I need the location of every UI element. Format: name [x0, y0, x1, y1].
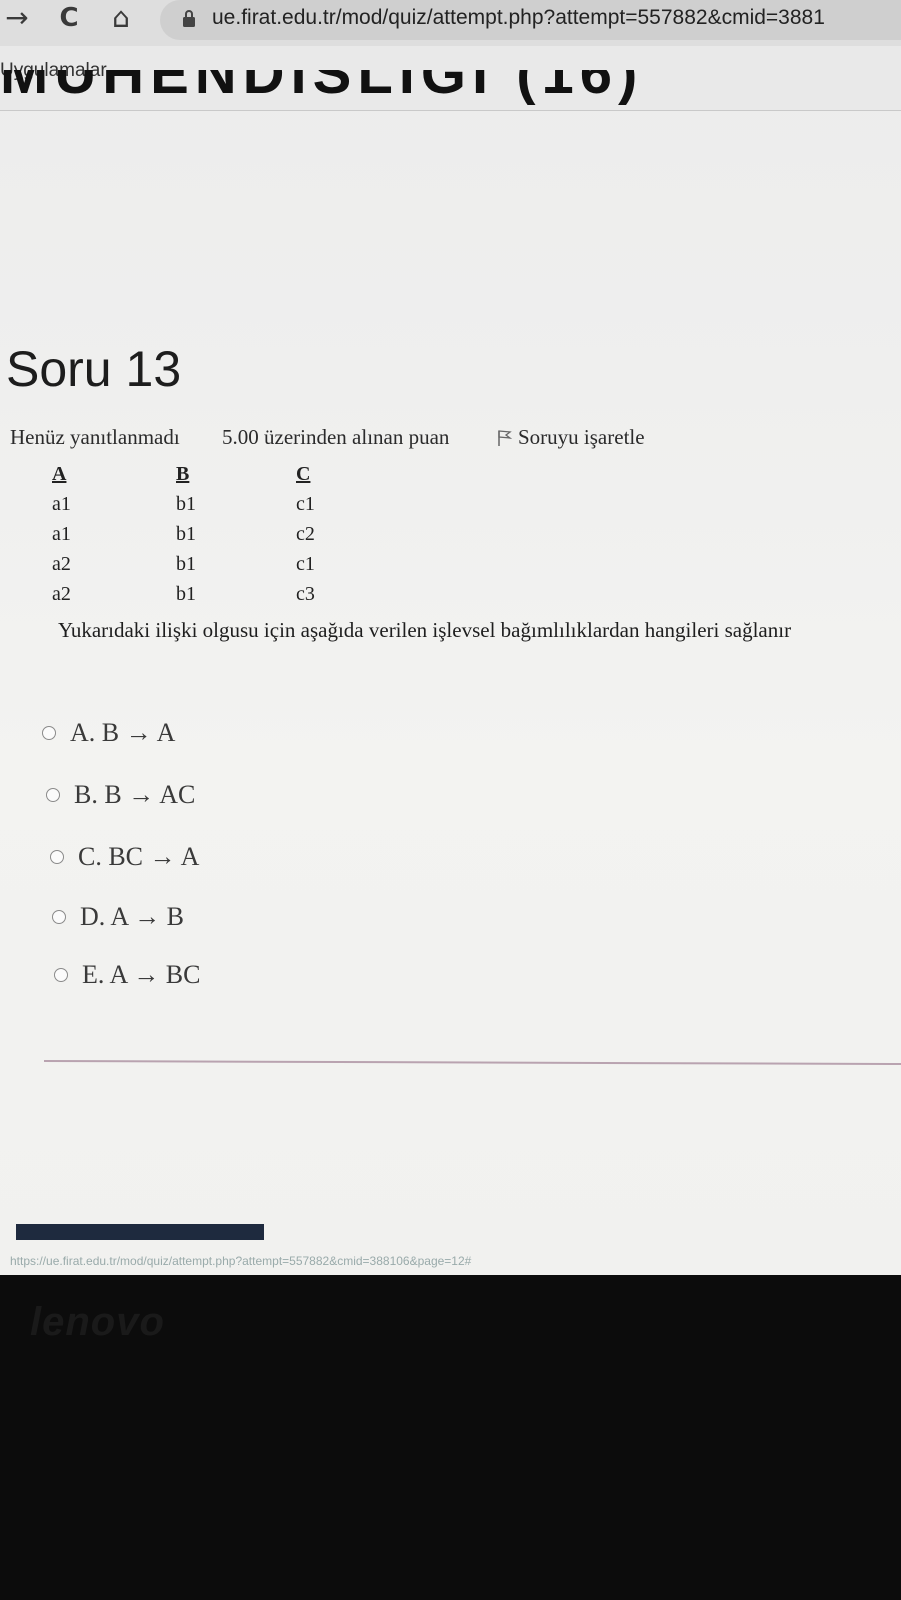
table-cell: c2: [296, 523, 315, 545]
question-text: Yukarıdaki ilişki olgusu için aşağıda ve…: [58, 618, 792, 642]
table-cell: c1: [296, 493, 315, 515]
question-points: 5.00 üzerinden alınan puan: [222, 425, 450, 449]
timer-bar: [16, 1224, 264, 1240]
answer-option-d[interactable]: D. A → B: [52, 900, 184, 934]
header-c: C: [296, 463, 311, 485]
table-cell: b1: [176, 583, 196, 605]
table-cell: a1: [52, 493, 71, 515]
radio-button[interactable]: [46, 788, 60, 802]
answer-option-e[interactable]: E. A → BC: [54, 958, 200, 992]
option-label: E. A → BC: [82, 960, 201, 989]
table-cell: c1: [296, 553, 315, 575]
browser-toolbar: → C ⌂ ue.firat.edu.tr/mod/quiz/attempt.p…: [0, 0, 901, 46]
table-cell: a1: [52, 523, 71, 545]
course-title: MÜHENDİSLİĞİ (16): [0, 70, 901, 110]
table-cell: c3: [296, 583, 315, 605]
device-logo: lenovo: [30, 1300, 165, 1344]
answer-option-a[interactable]: A. B → A: [42, 716, 175, 750]
course-title-text: MÜHENDİSLİĞİ (16): [0, 70, 644, 106]
header-a: A: [52, 463, 67, 485]
address-bar[interactable]: ue.firat.edu.tr/mod/quiz/attempt.php?att…: [160, 0, 901, 40]
option-label: B. B → AC: [74, 780, 196, 809]
status-bar-url: https://ue.firat.edu.tr/mod/quiz/attempt…: [10, 1254, 472, 1268]
flag-question-link[interactable]: Soruyu işaretle: [518, 425, 645, 450]
home-icon[interactable]: ⌂: [106, 2, 136, 34]
answer-option-c[interactable]: C. BC → A: [50, 840, 199, 874]
browser-screen: → C ⌂ ue.firat.edu.tr/mod/quiz/attempt.p…: [0, 0, 901, 1275]
flag-icon[interactable]: [496, 429, 512, 447]
table-cell: b1: [176, 553, 196, 575]
radio-button[interactable]: [54, 968, 68, 982]
option-label: C. BC → A: [78, 842, 200, 871]
lock-icon: [183, 10, 195, 27]
url-text: ue.firat.edu.tr/mod/quiz/attempt.php?att…: [212, 6, 825, 29]
table-cell: a2: [52, 553, 71, 575]
question-status: Henüz yanıtlanmadı: [10, 425, 180, 449]
reload-icon[interactable]: C: [54, 2, 84, 34]
radio-button[interactable]: [52, 910, 66, 924]
table-cell: b1: [176, 493, 196, 515]
option-label: D. A → B: [80, 902, 185, 931]
radio-button[interactable]: [42, 726, 56, 740]
option-label: A. B → A: [70, 718, 176, 747]
radio-button[interactable]: [50, 850, 64, 864]
answer-option-b[interactable]: B. B → AC: [46, 778, 195, 812]
table-cell: b1: [176, 523, 196, 545]
forward-icon[interactable]: →: [2, 2, 32, 34]
header-b: B: [176, 463, 190, 485]
question-divider: [43, 1060, 901, 1066]
table-cell: a2: [52, 583, 71, 605]
question-heading: Soru 13: [6, 341, 182, 397]
